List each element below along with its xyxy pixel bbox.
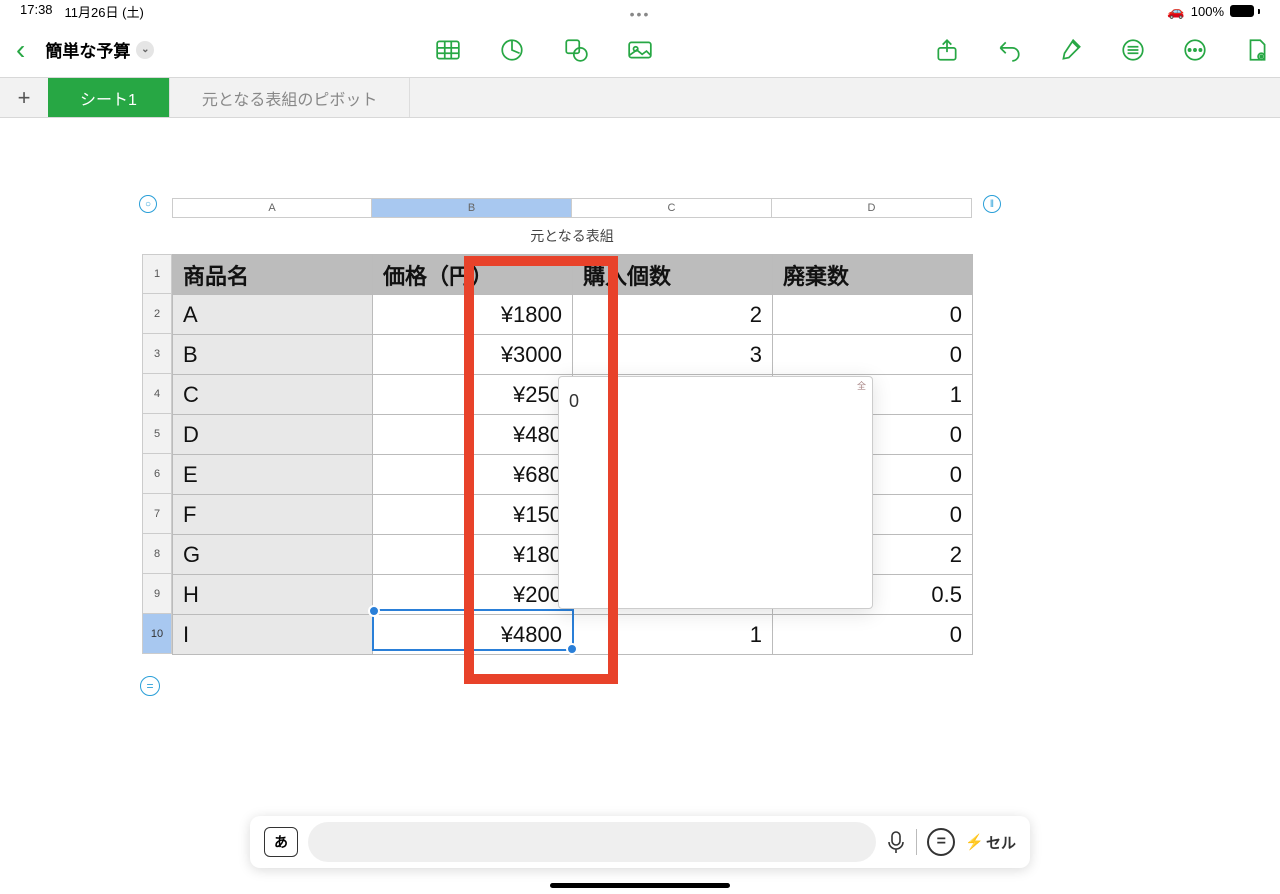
table-row: B¥300030 [173, 335, 973, 375]
sheet-tab-bar: + シート1 元となる表組のピボット [0, 78, 1280, 118]
cell-price[interactable]: ¥180 [373, 535, 573, 575]
divider [916, 829, 917, 855]
table-handle-add-col[interactable]: ‖ [983, 195, 1001, 213]
header-qty[interactable]: 購入個数 [573, 255, 773, 295]
cell-name[interactable]: H [173, 575, 373, 615]
cell-button-label: セル [986, 832, 1016, 853]
shape-icon[interactable] [563, 37, 589, 63]
cell-qty[interactable]: 2 [573, 295, 773, 335]
row-header-7[interactable]: 7 [142, 494, 172, 534]
table-row: I¥480010 [173, 615, 973, 655]
cell-waste[interactable]: 0 [773, 295, 973, 335]
doc-title[interactable]: 簡単な予算 ⌄ [45, 37, 154, 62]
add-sheet-button[interactable]: + [0, 78, 48, 117]
status-time: 17:38 [20, 2, 53, 21]
header-price[interactable]: 価格（円） [373, 255, 573, 295]
cell-waste[interactable]: 0 [773, 615, 973, 655]
sheet-tab-1[interactable]: 元となる表組のピボット [170, 78, 411, 117]
back-button[interactable]: ‹ [10, 34, 31, 66]
share-icon[interactable] [934, 37, 960, 63]
formula-input[interactable] [308, 822, 876, 862]
cell-name[interactable]: E [173, 455, 373, 495]
cell-name[interactable]: F [173, 495, 373, 535]
col-header-c[interactable]: C [572, 198, 772, 218]
popup-hint-icon: 全 [857, 379, 866, 392]
home-indicator[interactable] [550, 883, 730, 888]
cell-price[interactable]: ¥150 [373, 495, 573, 535]
cell-price[interactable]: ¥480 [373, 415, 573, 455]
row-header-8[interactable]: 8 [142, 534, 172, 574]
format-brush-icon[interactable] [1058, 37, 1084, 63]
header-name[interactable]: 商品名 [173, 255, 373, 295]
column-headers: A B C D [172, 198, 973, 218]
mic-icon[interactable] [886, 830, 906, 854]
header-waste[interactable]: 廃棄数 [773, 255, 973, 295]
spreadsheet[interactable]: ○ ‖ A B C D 元となる表組 1 2 3 4 5 6 7 8 9 10 [142, 198, 973, 655]
undo-icon[interactable] [996, 37, 1022, 63]
more-icon[interactable] [1182, 37, 1208, 63]
driving-focus-icon: 🚗 [1167, 3, 1184, 20]
col-header-d[interactable]: D [772, 198, 972, 218]
cell-price[interactable]: ¥680 [373, 455, 573, 495]
cell-name[interactable]: D [173, 415, 373, 455]
cell-name[interactable]: A [173, 295, 373, 335]
toolbar: ‹ 簡単な予算 ⌄ [0, 22, 1280, 78]
media-icon[interactable] [627, 37, 653, 63]
table-title[interactable]: 元となる表組 [172, 218, 972, 254]
chevron-down-icon: ⌄ [136, 41, 154, 59]
table-handle-origin[interactable]: ○ [139, 195, 157, 213]
row-header-4[interactable]: 4 [142, 374, 172, 414]
multitask-dots-icon[interactable]: ••• [630, 6, 651, 22]
cell-price[interactable]: ¥3000 [373, 335, 573, 375]
document-settings-icon[interactable] [1244, 37, 1270, 63]
row-header-1[interactable]: 1 [142, 254, 172, 294]
cell-price[interactable]: ¥200 [373, 575, 573, 615]
status-bar: 17:38 11月26日 (土) ••• 🚗 100% [0, 0, 1280, 22]
cell-qty[interactable]: 3 [573, 335, 773, 375]
chart-icon[interactable] [499, 37, 525, 63]
row-header-9[interactable]: 9 [142, 574, 172, 614]
col-header-a[interactable]: A [172, 198, 372, 218]
formula-bar: あ = ⚡ セル [250, 816, 1030, 868]
organize-icon[interactable] [1120, 37, 1146, 63]
table-row: A¥180020 [173, 295, 973, 335]
row-header-10[interactable]: 10 [142, 614, 172, 654]
autocomplete-popup[interactable]: 全 0 [558, 376, 873, 609]
cell-name[interactable]: B [173, 335, 373, 375]
keyboard-mode-button[interactable]: あ [264, 827, 298, 857]
row-header-6[interactable]: 6 [142, 454, 172, 494]
popup-value[interactable]: 0 [569, 391, 579, 412]
row-header-3[interactable]: 3 [142, 334, 172, 374]
row-header-5[interactable]: 5 [142, 414, 172, 454]
cell-name[interactable]: I [173, 615, 373, 655]
cell-waste[interactable]: 0 [773, 335, 973, 375]
cell-reference-button[interactable]: ⚡ セル [965, 832, 1016, 853]
battery-icon [1230, 5, 1260, 17]
row-headers: 1 2 3 4 5 6 7 8 9 10 [142, 254, 172, 655]
doc-title-text: 簡単な予算 [45, 37, 130, 62]
table-handle-add-row[interactable]: = [140, 676, 160, 696]
cell-name[interactable]: G [173, 535, 373, 575]
sheet-tab-0[interactable]: シート1 [48, 78, 170, 117]
battery-percent: 100% [1191, 4, 1224, 19]
table-icon[interactable] [435, 37, 461, 63]
cell-price[interactable]: ¥4800 [373, 615, 573, 655]
status-date: 11月26日 (土) [65, 2, 144, 21]
cell-price[interactable]: ¥1800 [373, 295, 573, 335]
insert-formula-button[interactable]: = [927, 828, 955, 856]
cell-name[interactable]: C [173, 375, 373, 415]
header-row: 商品名 価格（円） 購入個数 廃棄数 [173, 255, 973, 295]
cell-price[interactable]: ¥250 [373, 375, 573, 415]
row-header-2[interactable]: 2 [142, 294, 172, 334]
cell-qty[interactable]: 1 [573, 615, 773, 655]
bolt-icon: ⚡ [965, 833, 984, 851]
col-header-b[interactable]: B [372, 198, 572, 218]
